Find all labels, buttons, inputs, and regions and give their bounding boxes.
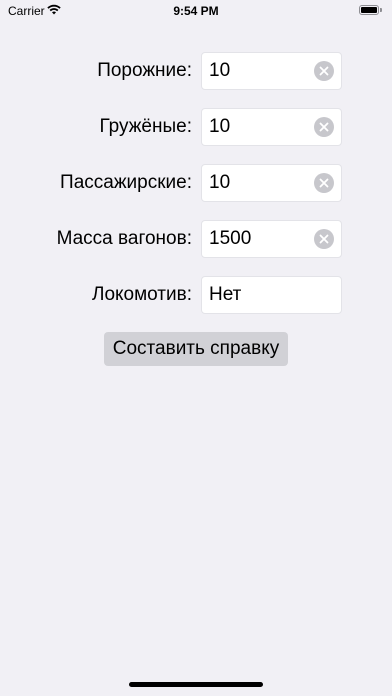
clear-icon[interactable] [314, 173, 334, 193]
row-passenger-wagons: Пассажирские: 10 [0, 164, 392, 202]
clear-icon[interactable] [314, 117, 334, 137]
row-loaded-wagons: Гружёные: 10 [0, 108, 392, 146]
locomotive-input[interactable]: Нет [201, 276, 342, 314]
reference-form: Порожние: 10 Гружёные: 10 Пассажирские: … [0, 52, 392, 332]
submit-area: Составить справку [0, 332, 392, 366]
loaded-wagons-label: Гружёные: [99, 116, 192, 137]
row-empty-wagons: Порожние: 10 [0, 52, 392, 90]
wagon-mass-input[interactable]: 1500 [201, 220, 342, 258]
clear-icon[interactable] [314, 61, 334, 81]
wagon-mass-value: 1500 [209, 228, 252, 249]
passenger-wagons-value: 10 [209, 172, 231, 193]
row-wagon-mass: Масса вагонов: 1500 [0, 220, 392, 258]
status-time: 9:54 PM [173, 4, 219, 18]
loaded-wagons-value: 10 [209, 116, 231, 137]
empty-wagons-input[interactable]: 10 [201, 52, 342, 90]
locomotive-label: Локомотив: [91, 284, 192, 305]
passenger-wagons-label: Пассажирские: [60, 172, 192, 193]
status-bar: Carrier 9:54 PM [0, 0, 392, 22]
empty-wagons-label: Порожние: [97, 60, 192, 81]
locomotive-value: Нет [209, 284, 242, 305]
battery-icon [359, 5, 383, 16]
clear-icon[interactable] [314, 229, 334, 249]
row-locomotive: Локомотив: Нет [0, 276, 392, 314]
empty-wagons-value: 10 [209, 60, 231, 81]
home-indicator[interactable] [129, 682, 263, 687]
compose-reference-button[interactable]: Составить справку [103, 332, 289, 366]
loaded-wagons-input[interactable]: 10 [201, 108, 342, 146]
passenger-wagons-input[interactable]: 10 [201, 164, 342, 202]
wagon-mass-label: Масса вагонов: [56, 228, 192, 249]
